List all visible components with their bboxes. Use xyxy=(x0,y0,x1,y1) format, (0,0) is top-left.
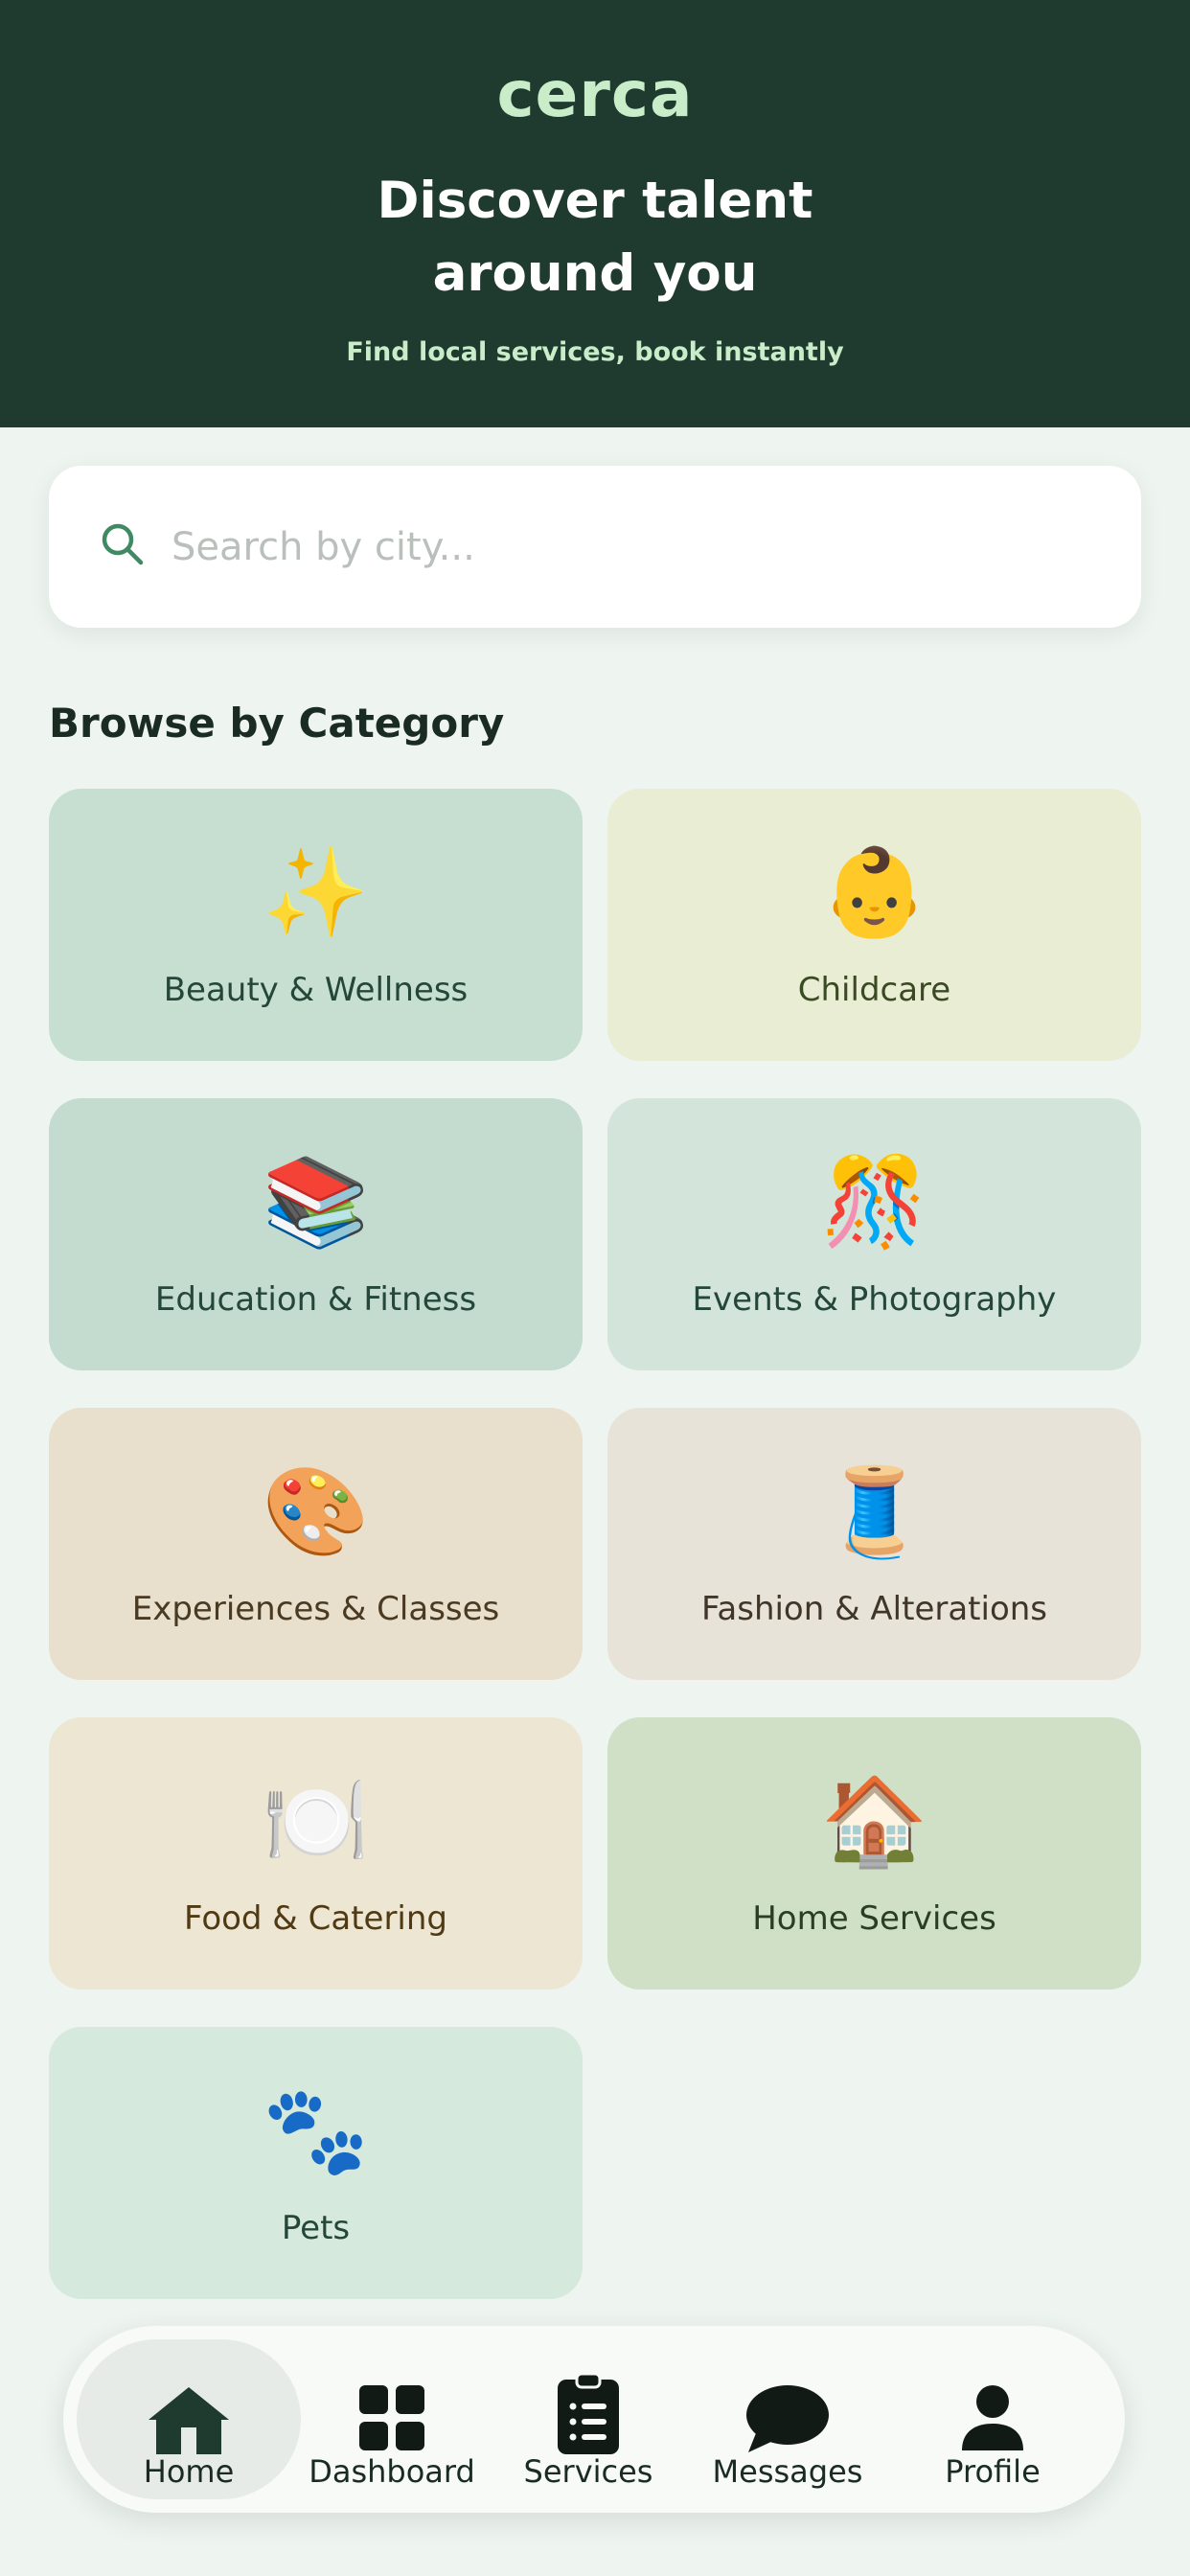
category-tile-childcare[interactable]: 👶 Childcare xyxy=(607,789,1141,1061)
category-tile-experiences-classes[interactable]: 🎨 Experiences & Classes xyxy=(49,1408,583,1680)
search-icon xyxy=(102,523,144,565)
nav-item-services[interactable]: Services xyxy=(502,2339,675,2499)
palette-icon: 🎨 xyxy=(262,1461,370,1562)
search-input[interactable] xyxy=(172,509,1091,586)
category-tile-food-catering[interactable]: 🍽️ Food & Catering xyxy=(49,1717,583,1990)
chat-bubble-icon xyxy=(746,2385,829,2452)
category-label: Home Services xyxy=(752,1899,996,1938)
sparkles-icon: ✨ xyxy=(262,842,370,943)
home-icon xyxy=(149,2387,229,2454)
category-label: Events & Photography xyxy=(692,1280,1057,1319)
paw-prints-icon: 🐾 xyxy=(262,2081,370,2181)
category-label: Experiences & Classes xyxy=(131,1590,500,1628)
category-tile-home-services[interactable]: 🏠 Home Services xyxy=(607,1717,1141,1990)
page-headline: Discover talent around you xyxy=(377,172,813,303)
category-grid: ✨ Beauty & Wellness 👶 Childcare 📚 Educat… xyxy=(49,789,1141,2301)
category-tile-events-photography[interactable]: 🎊 Events & Photography xyxy=(607,1098,1141,1370)
nav-label: Messages xyxy=(712,2453,863,2490)
category-tile-beauty-wellness[interactable]: ✨ Beauty & Wellness xyxy=(49,789,583,1061)
category-tile-education-fitness[interactable]: 📚 Education & Fitness xyxy=(49,1098,583,1370)
thread-spool-icon: 🧵 xyxy=(820,1461,928,1562)
nav-item-dashboard[interactable]: Dashboard xyxy=(301,2339,483,2499)
category-label: Education & Fitness xyxy=(154,1280,477,1319)
app-logo: cerca xyxy=(496,58,694,131)
person-icon xyxy=(962,2385,1023,2450)
plate-cutlery-icon: 🍽️ xyxy=(262,1771,370,1872)
category-tile-pets[interactable]: 🐾 Pets xyxy=(49,2027,583,2299)
clipboard-icon xyxy=(558,2374,619,2454)
dashboard-icon xyxy=(359,2385,424,2450)
baby-icon: 👶 xyxy=(820,842,928,943)
category-label: Food & Catering xyxy=(183,1899,448,1938)
category-tile-fashion-alterations[interactable]: 🧵 Fashion & Alterations xyxy=(607,1408,1141,1680)
house-icon: 🏠 xyxy=(820,1771,928,1872)
nav-item-home[interactable]: Home xyxy=(77,2339,301,2499)
header: cerca Discover talent around you Find lo… xyxy=(0,0,1190,427)
section-title: Browse by Category xyxy=(49,700,505,747)
bottom-navigation: Home Dashboard Services Messages Profile xyxy=(63,2326,1125,2513)
nav-item-messages[interactable]: Messages xyxy=(701,2339,874,2499)
category-label: Beauty & Wellness xyxy=(163,971,469,1009)
nav-label: Services xyxy=(523,2453,653,2490)
confetti-icon: 🎊 xyxy=(820,1152,928,1253)
category-label: Fashion & Alterations xyxy=(700,1590,1048,1628)
nav-label: Profile xyxy=(945,2453,1041,2490)
books-icon: 📚 xyxy=(262,1152,370,1253)
nav-item-profile[interactable]: Profile xyxy=(906,2339,1079,2499)
nav-label: Home xyxy=(143,2453,235,2490)
category-label: Pets xyxy=(281,2209,351,2247)
page-subheadline: Find local services, book instantly xyxy=(346,337,844,367)
nav-label: Dashboard xyxy=(309,2453,475,2490)
category-label: Childcare xyxy=(797,971,951,1009)
search-bar[interactable] xyxy=(49,466,1141,628)
